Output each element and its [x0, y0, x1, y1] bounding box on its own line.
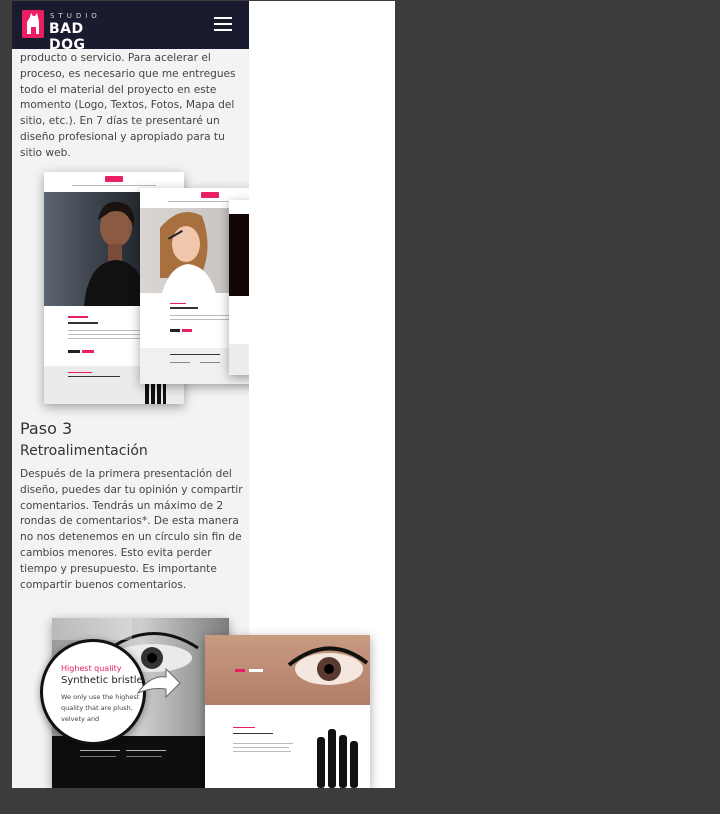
step-description: producto o servicio. Para acelerar el pr…	[20, 52, 236, 159]
magnifier-callout: Highest quality Synthetic bristle We onl…	[40, 639, 146, 745]
step-subtitle: Retroalimentación	[20, 443, 148, 459]
logo-studio-text: STUDIO	[50, 12, 101, 20]
step-title: Paso 3	[20, 419, 73, 438]
page-canvas: STUDIO BAD DOG producto o servicio. Para…	[12, 1, 395, 788]
step-description-feedback: Después de la primera presentación del d…	[20, 468, 243, 591]
dramatic-makeup-image	[229, 214, 249, 296]
logo-brand-text: BAD DOG	[49, 21, 86, 53]
site-header: STUDIO BAD DOG	[12, 1, 249, 53]
dog-logo-icon	[22, 10, 44, 38]
eye-closeup-color-image	[235, 646, 369, 685]
callout-label: Highest quality	[61, 664, 122, 673]
callout-body: We only use the highest quality that are…	[61, 693, 140, 723]
hamburger-menu-icon[interactable]	[214, 17, 232, 33]
callout-title: Synthetic bristle	[61, 675, 143, 686]
mockup-screen-right	[229, 200, 249, 375]
brush-set-image	[317, 729, 358, 788]
arrow-right-icon	[136, 667, 181, 699]
mockup-screen-color	[205, 635, 370, 788]
site-logo[interactable]: STUDIO BAD DOG	[22, 10, 122, 53]
